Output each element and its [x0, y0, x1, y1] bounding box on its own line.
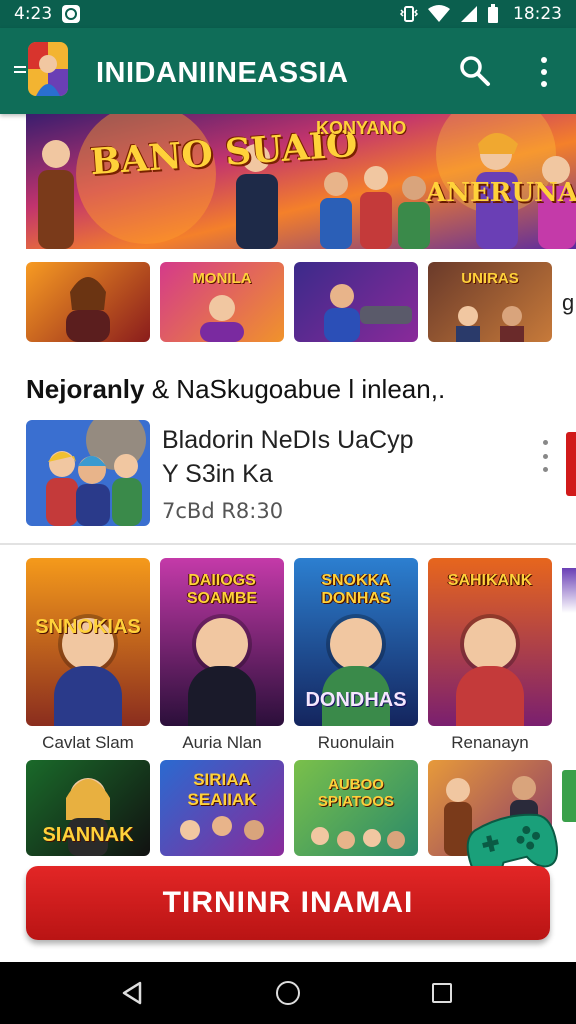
section-title-rest: & NaSkugoabue l inlean,.: [151, 374, 446, 404]
thumbnail-title: MONILA: [192, 270, 252, 287]
card-title: SAHIKANK: [447, 572, 533, 589]
section-title: Nejoranly & NaSkugoabue l inlean,.: [26, 374, 445, 405]
back-icon[interactable]: [120, 981, 144, 1005]
menu-icon[interactable]: [14, 66, 26, 76]
card-caption: Renanayn: [451, 733, 529, 752]
banner-logo-top: KONYANO: [316, 118, 407, 138]
thumbnail-row: MONILA UNIRAS: [26, 262, 576, 342]
home-icon[interactable]: [276, 981, 300, 1005]
thumbnail-card[interactable]: [26, 262, 150, 342]
search-icon[interactable]: [458, 54, 492, 88]
card-title: SNOKKA DONHAS: [321, 572, 391, 607]
status-bar: 4:23 18:23: [0, 0, 576, 28]
battery-icon: [488, 4, 498, 23]
card-title: SIANNAK: [42, 824, 134, 846]
card-art: [330, 618, 382, 670]
card-caption: Auria Nlan: [182, 733, 262, 752]
peek-card: [562, 770, 576, 822]
app-logo[interactable]: [28, 42, 68, 96]
system-nav-bar: [0, 962, 576, 1024]
signal-icon: [461, 6, 477, 22]
peek-card: [562, 568, 576, 718]
game-card[interactable]: SIRIAA SEAIIAK: [160, 760, 284, 856]
featured-thumbnail[interactable]: [26, 420, 150, 526]
status-icons: 18:23: [399, 4, 562, 24]
game-card[interactable]: AUBOO SPIATOOS: [294, 760, 418, 856]
game-card[interactable]: DAIIOGS SOAMBE: [160, 558, 284, 726]
featured-subtitle: Y S3in Ka: [162, 460, 273, 488]
featured-meta: 7cBd R8:30: [162, 499, 284, 523]
card-title: SIRIAA SEAIIAK: [187, 770, 257, 809]
game-card[interactable]: SAHIKANK: [428, 558, 552, 726]
card-caption: Cavlat Slam: [42, 733, 134, 752]
app-title: INIDANIINEASSIA: [96, 57, 349, 89]
status-time-right: 18:23: [513, 4, 562, 24]
notification-icon: [62, 5, 81, 23]
card-art: [196, 618, 248, 670]
card-logo: SNNOKIAS: [35, 616, 141, 638]
thumbnail-title: UNIRAS: [461, 270, 519, 287]
game-card[interactable]: SNOKKA DONHAS DONDHAS: [294, 558, 418, 726]
thumbnail-card[interactable]: MONILA: [160, 262, 284, 342]
recents-icon[interactable]: [432, 983, 452, 1003]
game-card[interactable]: SIANNAK: [26, 760, 150, 856]
card-caption: Ruonulain: [317, 733, 395, 752]
app-bar: INIDANIINEASSIA: [0, 28, 576, 114]
peek-text: g: [562, 290, 575, 315]
wifi-icon: [428, 5, 450, 22]
primary-cta-button[interactable]: TIRNINR INAMAI: [26, 866, 550, 940]
featured-title[interactable]: Bladorin NeDIs UaCyp: [162, 426, 414, 455]
card-title: DAIIOGS SOAMBE: [186, 572, 258, 607]
banner-logo-right: ANERUNA: [426, 178, 576, 208]
thumbnail-card[interactable]: UNIRAS: [428, 262, 552, 342]
more-vert-icon[interactable]: [538, 57, 550, 87]
thumbnail-card[interactable]: [294, 262, 418, 342]
section-title-bold: Nejoranly: [26, 374, 145, 404]
game-card[interactable]: SNNOKIAS: [26, 558, 150, 726]
peek-button[interactable]: [566, 432, 576, 496]
status-time-left: 4:23: [14, 4, 53, 24]
card-logo: DONDHAS: [305, 689, 407, 711]
hero-banner[interactable]: BANO SUAIO KONYANO ANERUNA: [26, 114, 576, 249]
card-art: [464, 618, 516, 670]
divider: [0, 543, 576, 545]
featured-more-icon[interactable]: [540, 440, 550, 472]
vibrate-icon: [399, 6, 419, 22]
card-title: AUBOO SPIATOOS: [317, 776, 395, 810]
